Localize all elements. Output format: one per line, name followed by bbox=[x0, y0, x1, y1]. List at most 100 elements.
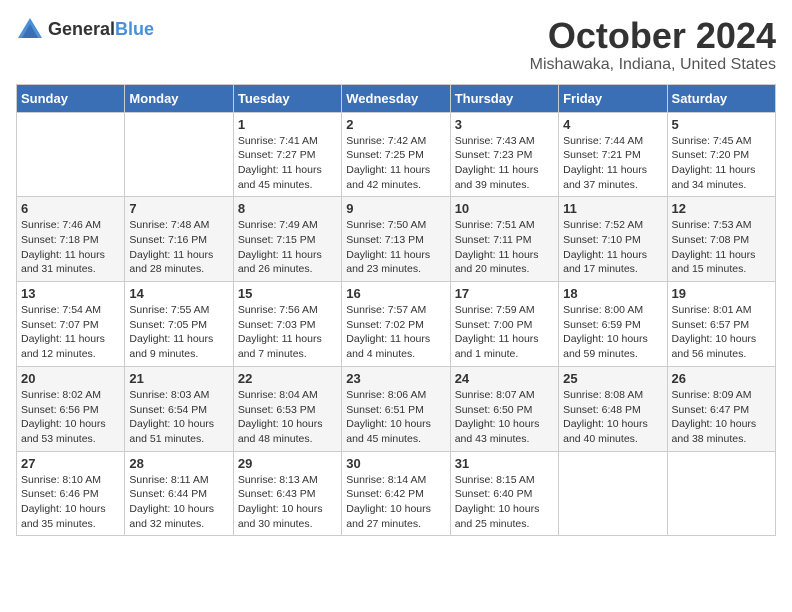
day-number: 4 bbox=[563, 117, 662, 132]
table-row: 26 Sunrise: 8:09 AM Sunset: 6:47 PM Dayl… bbox=[667, 366, 775, 451]
daylight-text: Daylight: 11 hours and 9 minutes. bbox=[129, 333, 213, 360]
header: GeneralBlue October 2024 Mishawaka, Indi… bbox=[16, 16, 776, 74]
sunrise-text: Sunrise: 7:59 AM bbox=[455, 304, 535, 316]
day-number: 23 bbox=[346, 371, 445, 386]
sunrise-text: Sunrise: 7:50 AM bbox=[346, 219, 426, 231]
sunrise-text: Sunrise: 8:14 AM bbox=[346, 474, 426, 486]
sunrise-text: Sunrise: 7:53 AM bbox=[672, 219, 752, 231]
location-title: Mishawaka, Indiana, United States bbox=[530, 56, 776, 74]
day-number: 28 bbox=[129, 456, 228, 471]
day-number: 15 bbox=[238, 286, 337, 301]
table-row: 28 Sunrise: 8:11 AM Sunset: 6:44 PM Dayl… bbox=[125, 451, 233, 536]
daylight-text: Daylight: 10 hours and 51 minutes. bbox=[129, 418, 214, 445]
sunrise-text: Sunrise: 7:55 AM bbox=[129, 304, 209, 316]
header-thursday: Thursday bbox=[450, 84, 558, 112]
sunrise-text: Sunrise: 7:42 AM bbox=[346, 135, 426, 147]
sunset-text: Sunset: 7:11 PM bbox=[455, 234, 532, 246]
table-row bbox=[17, 112, 125, 197]
sunrise-text: Sunrise: 7:54 AM bbox=[21, 304, 101, 316]
sunrise-text: Sunrise: 8:02 AM bbox=[21, 389, 101, 401]
day-number: 29 bbox=[238, 456, 337, 471]
sunset-text: Sunset: 7:20 PM bbox=[672, 149, 750, 161]
table-row: 21 Sunrise: 8:03 AM Sunset: 6:54 PM Dayl… bbox=[125, 366, 233, 451]
table-row: 6 Sunrise: 7:46 AM Sunset: 7:18 PM Dayli… bbox=[17, 197, 125, 282]
sunrise-text: Sunrise: 8:03 AM bbox=[129, 389, 209, 401]
table-row: 8 Sunrise: 7:49 AM Sunset: 7:15 PM Dayli… bbox=[233, 197, 341, 282]
daylight-text: Daylight: 11 hours and 17 minutes. bbox=[563, 249, 647, 276]
daylight-text: Daylight: 10 hours and 43 minutes. bbox=[455, 418, 540, 445]
day-number: 5 bbox=[672, 117, 771, 132]
sunset-text: Sunset: 7:07 PM bbox=[21, 319, 99, 331]
table-row: 12 Sunrise: 7:53 AM Sunset: 7:08 PM Dayl… bbox=[667, 197, 775, 282]
day-number: 3 bbox=[455, 117, 554, 132]
header-wednesday: Wednesday bbox=[342, 84, 450, 112]
title-area: October 2024 Mishawaka, Indiana, United … bbox=[530, 16, 776, 74]
sunrise-text: Sunrise: 7:45 AM bbox=[672, 135, 752, 147]
daylight-text: Daylight: 10 hours and 48 minutes. bbox=[238, 418, 323, 445]
sunrise-text: Sunrise: 8:11 AM bbox=[129, 474, 208, 486]
sunrise-text: Sunrise: 7:52 AM bbox=[563, 219, 643, 231]
calendar-table: Sunday Monday Tuesday Wednesday Thursday… bbox=[16, 84, 776, 537]
sunrise-text: Sunrise: 8:06 AM bbox=[346, 389, 426, 401]
table-row: 10 Sunrise: 7:51 AM Sunset: 7:11 PM Dayl… bbox=[450, 197, 558, 282]
daylight-text: Daylight: 10 hours and 38 minutes. bbox=[672, 418, 757, 445]
sunset-text: Sunset: 7:03 PM bbox=[238, 319, 316, 331]
day-number: 17 bbox=[455, 286, 554, 301]
weekday-header-row: Sunday Monday Tuesday Wednesday Thursday… bbox=[17, 84, 776, 112]
sunset-text: Sunset: 6:46 PM bbox=[21, 488, 99, 500]
sunset-text: Sunset: 6:53 PM bbox=[238, 404, 316, 416]
table-row: 25 Sunrise: 8:08 AM Sunset: 6:48 PM Dayl… bbox=[559, 366, 667, 451]
sunrise-text: Sunrise: 8:08 AM bbox=[563, 389, 643, 401]
day-number: 12 bbox=[672, 201, 771, 216]
daylight-text: Daylight: 11 hours and 15 minutes. bbox=[672, 249, 756, 276]
sunset-text: Sunset: 7:08 PM bbox=[672, 234, 750, 246]
day-number: 6 bbox=[21, 201, 120, 216]
month-title: October 2024 bbox=[530, 16, 776, 56]
day-number: 8 bbox=[238, 201, 337, 216]
daylight-text: Daylight: 11 hours and 23 minutes. bbox=[346, 249, 430, 276]
sunset-text: Sunset: 6:47 PM bbox=[672, 404, 750, 416]
day-number: 9 bbox=[346, 201, 445, 216]
table-row: 20 Sunrise: 8:02 AM Sunset: 6:56 PM Dayl… bbox=[17, 366, 125, 451]
daylight-text: Daylight: 11 hours and 12 minutes. bbox=[21, 333, 105, 360]
sunset-text: Sunset: 7:00 PM bbox=[455, 319, 533, 331]
sunset-text: Sunset: 6:43 PM bbox=[238, 488, 316, 500]
sunrise-text: Sunrise: 8:13 AM bbox=[238, 474, 318, 486]
table-row: 27 Sunrise: 8:10 AM Sunset: 6:46 PM Dayl… bbox=[17, 451, 125, 536]
day-number: 18 bbox=[563, 286, 662, 301]
sunrise-text: Sunrise: 7:48 AM bbox=[129, 219, 209, 231]
header-monday: Monday bbox=[125, 84, 233, 112]
sunrise-text: Sunrise: 7:46 AM bbox=[21, 219, 101, 231]
header-tuesday: Tuesday bbox=[233, 84, 341, 112]
sunset-text: Sunset: 7:27 PM bbox=[238, 149, 316, 161]
sunset-text: Sunset: 7:25 PM bbox=[346, 149, 424, 161]
table-row: 18 Sunrise: 8:00 AM Sunset: 6:59 PM Dayl… bbox=[559, 282, 667, 367]
table-row: 9 Sunrise: 7:50 AM Sunset: 7:13 PM Dayli… bbox=[342, 197, 450, 282]
sunset-text: Sunset: 6:51 PM bbox=[346, 404, 424, 416]
table-row: 30 Sunrise: 8:14 AM Sunset: 6:42 PM Dayl… bbox=[342, 451, 450, 536]
sunset-text: Sunset: 6:42 PM bbox=[346, 488, 424, 500]
daylight-text: Daylight: 11 hours and 7 minutes. bbox=[238, 333, 322, 360]
daylight-text: Daylight: 11 hours and 42 minutes. bbox=[346, 164, 430, 191]
table-row bbox=[667, 451, 775, 536]
sunrise-text: Sunrise: 7:49 AM bbox=[238, 219, 318, 231]
sunset-text: Sunset: 7:18 PM bbox=[21, 234, 99, 246]
day-number: 14 bbox=[129, 286, 228, 301]
sunset-text: Sunset: 6:44 PM bbox=[129, 488, 207, 500]
sunset-text: Sunset: 7:05 PM bbox=[129, 319, 207, 331]
day-number: 1 bbox=[238, 117, 337, 132]
daylight-text: Daylight: 11 hours and 37 minutes. bbox=[563, 164, 647, 191]
header-sunday: Sunday bbox=[17, 84, 125, 112]
day-number: 21 bbox=[129, 371, 228, 386]
sunset-text: Sunset: 7:13 PM bbox=[346, 234, 424, 246]
sunset-text: Sunset: 6:48 PM bbox=[563, 404, 641, 416]
daylight-text: Daylight: 10 hours and 27 minutes. bbox=[346, 503, 431, 530]
table-row: 3 Sunrise: 7:43 AM Sunset: 7:23 PM Dayli… bbox=[450, 112, 558, 197]
table-row: 19 Sunrise: 8:01 AM Sunset: 6:57 PM Dayl… bbox=[667, 282, 775, 367]
day-number: 31 bbox=[455, 456, 554, 471]
sunrise-text: Sunrise: 7:57 AM bbox=[346, 304, 426, 316]
day-number: 25 bbox=[563, 371, 662, 386]
sunset-text: Sunset: 7:23 PM bbox=[455, 149, 533, 161]
sunset-text: Sunset: 6:56 PM bbox=[21, 404, 99, 416]
table-row: 29 Sunrise: 8:13 AM Sunset: 6:43 PM Dayl… bbox=[233, 451, 341, 536]
